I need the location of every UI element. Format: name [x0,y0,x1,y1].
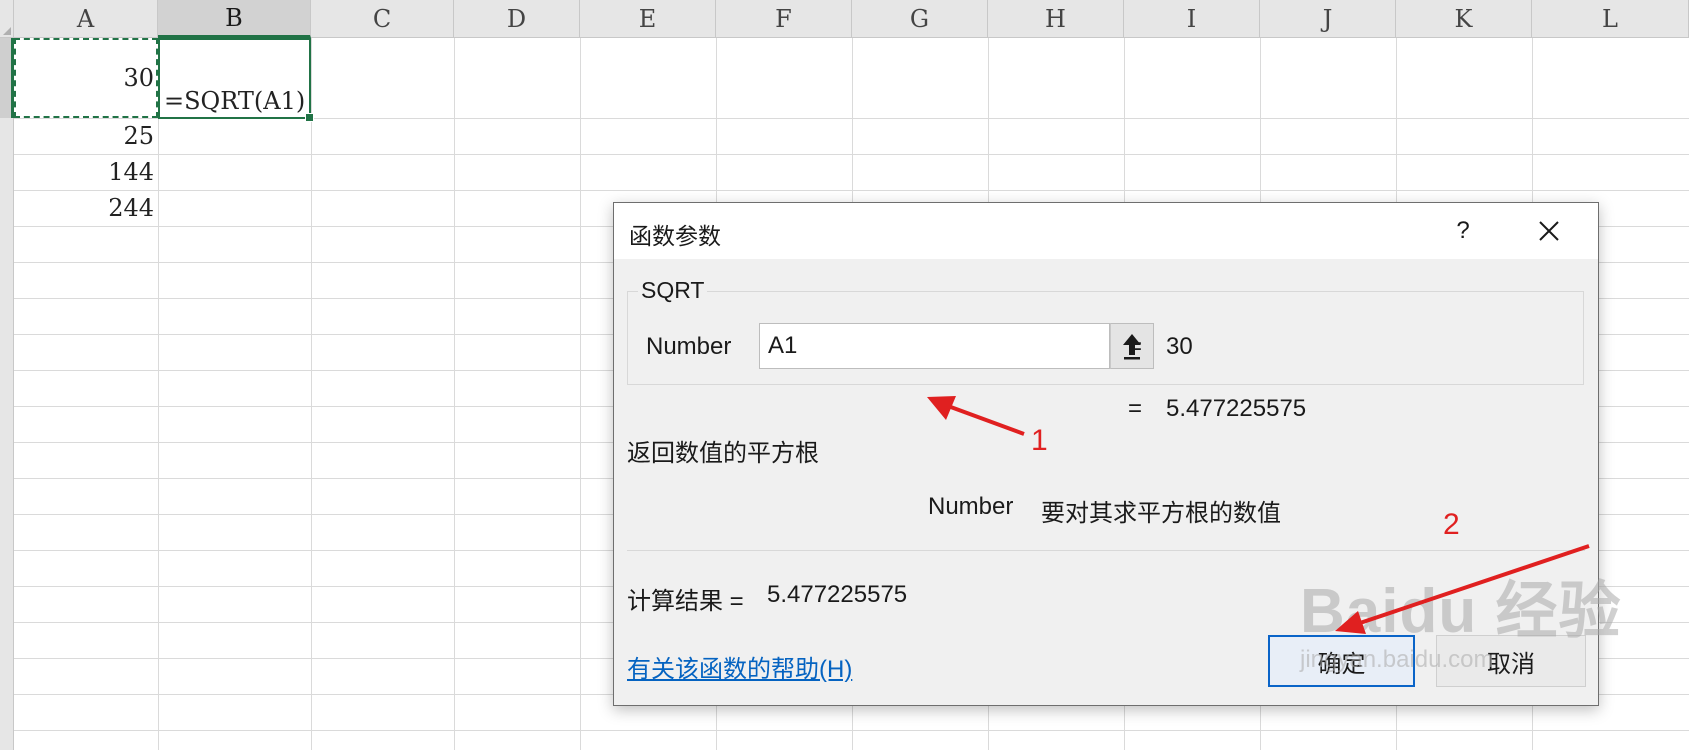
function-description: 返回数值的平方根 [627,440,819,467]
result-label: 计算结果 = [627,588,744,615]
column-header-a[interactable]: A [14,0,158,38]
argument-result: 30 [1166,333,1193,360]
column-header-c[interactable]: C [311,0,454,38]
preview-equals: = [1128,395,1143,422]
argument-description-name: Number [928,493,1014,520]
argument-input[interactable] [759,323,1110,369]
cell-a4[interactable]: 244 [14,194,154,222]
watermark-main: Baidu 经验 [1300,577,1622,646]
close-icon [1539,221,1559,241]
watermark-url: jingyan.baidu.com [1300,646,1494,673]
annotation-label-2: 2 [1443,508,1460,541]
row-header-gutter[interactable] [0,38,14,750]
gridline [580,38,581,750]
close-button[interactable] [1524,211,1574,251]
row-header-1-active[interactable] [0,38,14,118]
gridline [14,154,1689,155]
gridline [454,38,455,750]
gridline [158,38,159,750]
column-header-e[interactable]: E [580,0,716,38]
copy-marquee-a1 [14,38,158,118]
column-header-d[interactable]: D [454,0,580,38]
column-header-b[interactable]: B [158,0,311,38]
column-header-f[interactable]: F [716,0,852,38]
gridline [14,730,1689,731]
function-name: SQRT [638,277,708,304]
argument-equals: = [1128,333,1143,360]
column-header-j[interactable]: J [1260,0,1396,38]
annotation-label-1: 1 [1031,424,1048,457]
cell-b1-formula: =SQRT(A1) [164,87,306,115]
formula-preview-value: 5.477225575 [1166,395,1307,422]
column-header-i[interactable]: I [1124,0,1260,38]
result-value: 5.477225575 [767,581,908,608]
dialog-titlebar[interactable]: 函数参数 ? [614,203,1598,259]
active-cell-b1[interactable]: =SQRT(A1) [158,38,314,122]
divider [627,550,1585,551]
cell-a2[interactable]: 25 [14,122,154,150]
argument-description-text: 要对其求平方根的数值 [1041,500,1281,527]
fill-handle[interactable] [305,113,314,122]
dialog-title: 函数参数 [629,223,721,249]
column-header-l[interactable]: L [1532,0,1689,38]
gridline [14,190,1689,191]
gridline [311,38,312,750]
argument-label: Number [646,333,732,360]
select-all-corner[interactable] [0,0,14,38]
column-header-k[interactable]: K [1396,0,1532,38]
function-help-link[interactable]: 有关该函数的帮助(H) [627,649,852,684]
column-header-g[interactable]: G [852,0,988,38]
cell-a3[interactable]: 144 [14,158,154,186]
column-header-h[interactable]: H [988,0,1124,38]
help-button[interactable]: ? [1443,211,1483,251]
baidu-watermark: Baidu 经验 jingyan.baidu.com [1300,560,1621,674]
